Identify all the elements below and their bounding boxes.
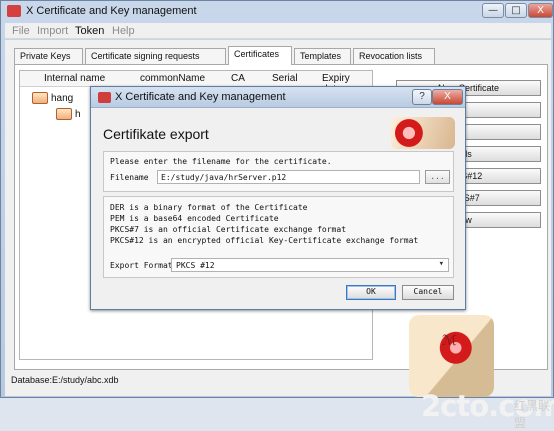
filename-input[interactable]: E:/study/java/hrServer.p12 <box>157 170 420 184</box>
tab-private-keys[interactable]: Private Keys <box>14 48 83 64</box>
dialog-titlebar: X Certificate and Key management ? X <box>91 87 465 108</box>
main-window: X Certificate and Key management — □ X F… <box>0 0 554 430</box>
tab-certificate-signing-requests[interactable]: Certificate signing requests <box>85 48 226 64</box>
column-common-name[interactable]: commonName <box>140 73 205 84</box>
certificate-icon <box>56 108 72 120</box>
database-status: Database:E:/study/abc.xdb <box>11 375 119 385</box>
minimize-button[interactable]: — <box>482 3 504 18</box>
certificate-icon <box>32 92 48 104</box>
tab-templates[interactable]: Templates <box>294 48 351 64</box>
certificate-export-dialog: X Certificate and Key management ? X Cer… <box>90 86 466 310</box>
window-title: X Certificate and Key management <box>26 5 197 17</box>
menu-import[interactable]: Import <box>37 25 68 37</box>
column-internal-name[interactable]: Internal name <box>44 73 105 84</box>
filename-label: Filename <box>110 173 149 182</box>
window-titlebar: X Certificate and Key management — □ X <box>1 1 553 23</box>
watermark-subtitle: 红黑联盟 <box>514 399 551 430</box>
export-format-select[interactable]: PKCS #12 <box>171 258 449 272</box>
dialog-title: X Certificate and Key management <box>115 91 286 103</box>
tab-revocation-lists[interactable]: Revocation lists <box>353 48 435 64</box>
column-ca[interactable]: CA <box>231 73 245 84</box>
column-serial[interactable]: Serial <box>272 73 298 84</box>
dialog-app-icon <box>98 92 111 103</box>
format-group: DER is a binary format of the Certificat… <box>103 196 454 278</box>
format-info-line: PKCS#7 is an official Certificate exchan… <box>110 225 347 234</box>
internal-name-cell: hang <box>51 93 74 104</box>
certificate-seal-image: ℳ <box>409 315 494 397</box>
close-button[interactable]: X <box>528 3 553 18</box>
dialog-heading: Certifikate export <box>103 126 209 142</box>
export-format-label: Export Format <box>110 261 173 270</box>
filename-group: Please enter the filename for the certif… <box>103 151 454 192</box>
certificate-ribbon-image <box>391 117 455 149</box>
cancel-button[interactable]: Cancel <box>402 285 454 300</box>
seal-signature: ℳ <box>442 333 457 349</box>
filename-prompt: Please enter the filename for the certif… <box>110 157 332 166</box>
format-info-line: PEM is a base64 encoded Certificate <box>110 214 279 223</box>
tab-certificates[interactable]: Certificates <box>228 46 292 65</box>
browse-button[interactable]: ... <box>425 170 450 184</box>
menu-token[interactable]: Token <box>75 25 104 37</box>
format-info-line: DER is a binary format of the Certificat… <box>110 203 308 212</box>
ok-button[interactable]: OK <box>346 285 396 300</box>
menu-file[interactable]: File <box>12 25 30 37</box>
menu-bar: File Import Token Help <box>5 23 551 39</box>
dialog-close-button[interactable]: X <box>432 89 463 105</box>
maximize-button[interactable]: □ <box>505 3 527 18</box>
internal-name-cell: h <box>75 109 81 120</box>
list-header: Internal name commonName CA Serial Expir… <box>20 71 372 95</box>
format-info-line: PKCS#12 is an encrypted official Key-Cer… <box>110 236 419 245</box>
help-button[interactable]: ? <box>412 89 432 105</box>
app-icon <box>7 5 21 17</box>
menu-help[interactable]: Help <box>112 25 135 37</box>
